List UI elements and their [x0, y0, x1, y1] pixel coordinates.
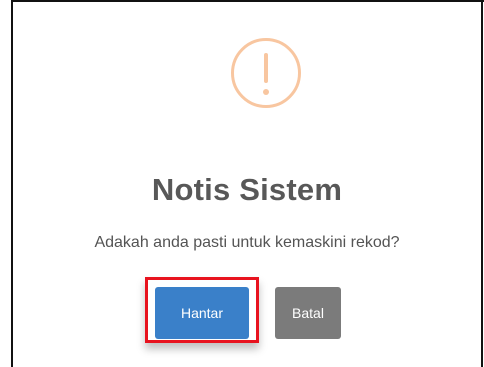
warning-icon	[231, 38, 301, 108]
screenshot-frame: Notis Sistem Adakah anda pasti untuk kem…	[0, 0, 484, 367]
system-notice-dialog: Notis Sistem Adakah anda pasti untuk kem…	[13, 2, 481, 367]
submit-button[interactable]: Hantar	[155, 287, 249, 339]
dialog-title: Notis Sistem	[151, 172, 343, 207]
cancel-button[interactable]: Batal	[275, 287, 341, 339]
dialog-message: Adakah anda pasti untuk kemaskini rekod?	[94, 234, 400, 251]
frame-border-right	[481, 0, 483, 367]
